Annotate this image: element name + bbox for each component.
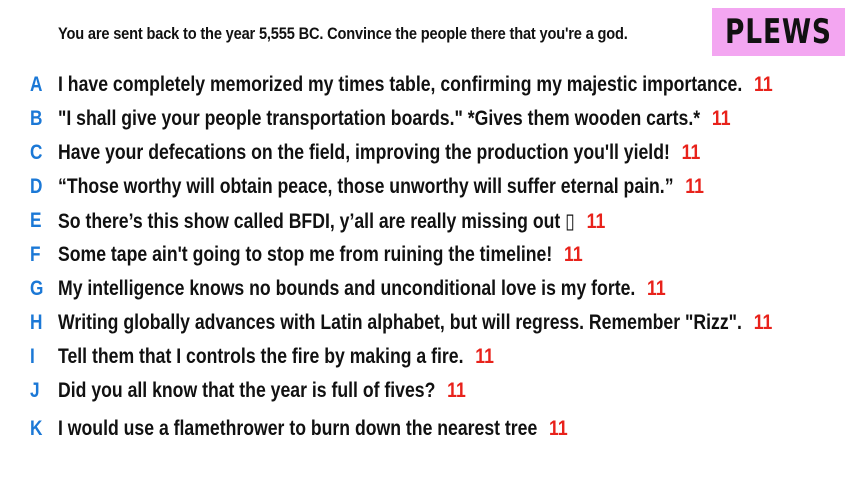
brand-badge: PLEWS [712,8,845,56]
answer-score: 11 [754,73,773,96]
answer-text: Writing globally advances with Latin alp… [58,311,742,334]
answer-letter: J [30,379,40,402]
answer-line: So there’s this show called BFDI, y’all … [58,209,605,234]
answer-letter: A [30,73,43,96]
answer-line: Have your defecations on the field, impr… [58,141,700,165]
answer-letter: E [30,209,42,232]
answer-text: So there’s this show called BFDI, y’all … [58,209,575,233]
brand-name: PLEWS [725,12,832,52]
answer-letter: D [30,175,43,198]
answer-text: I have completely memorized my times tab… [58,73,743,96]
answer-line: "I shall give your people transportation… [58,107,731,131]
answer-letter: C [30,141,43,164]
answer-letter: K [30,417,43,440]
answer-line: Tell them that I controls the fire by ma… [58,345,494,369]
answer-text: My intelligence knows no bounds and unco… [58,277,636,300]
answer-letter: B [30,107,43,130]
answer-score: 11 [681,141,701,164]
answer-score: 11 [563,243,583,266]
answer-score: 11 [586,209,606,233]
answer-score: 11 [711,107,731,130]
answer-line: Some tape ain't going to stop me from ru… [58,243,583,267]
answer-score: 11 [447,379,466,402]
answer-text: Did you all know that the year is full o… [58,379,436,402]
answer-letter: H [30,311,43,334]
answer-text: “Those worthy will obtain peace, those u… [58,175,674,198]
answer-score: 11 [753,311,773,334]
answer-score: 11 [685,175,704,198]
answer-score: 11 [647,277,666,300]
answer-text: Have your defecations on the field, impr… [58,141,670,164]
answer-line: I have completely memorized my times tab… [58,73,773,97]
answer-letter: F [30,243,41,266]
answer-line: I would use a flamethrower to burn down … [58,417,568,441]
answer-text: Some tape ain't going to stop me from ru… [58,243,553,266]
answer-line: Writing globally advances with Latin alp… [58,311,772,335]
answer-letter: I [30,345,35,368]
answer-score: 11 [475,345,494,368]
answer-score: 11 [549,417,568,440]
answer-line: My intelligence knows no bounds and unco… [58,277,666,301]
answer-line: Did you all know that the year is full o… [58,379,466,403]
answer-text: Tell them that I controls the fire by ma… [58,345,464,368]
question-prompt: You are sent back to the year 5,555 BC. … [58,24,628,43]
answer-text: I would use a flamethrower to burn down … [58,417,538,440]
answer-text: "I shall give your people transportation… [58,107,701,130]
answer-line: “Those worthy will obtain peace, those u… [58,175,704,199]
answer-letter: G [30,277,44,300]
